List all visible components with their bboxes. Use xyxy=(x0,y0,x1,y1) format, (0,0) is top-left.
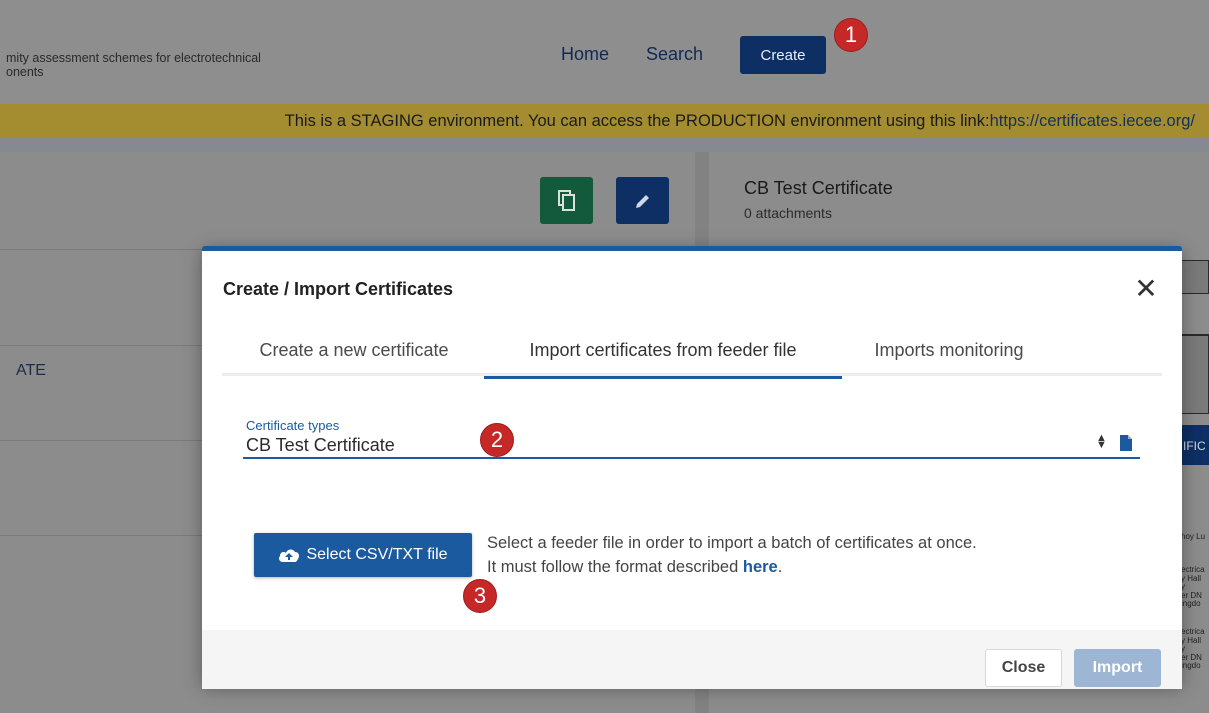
close-button[interactable]: Close xyxy=(985,649,1062,687)
copy-icon xyxy=(557,189,575,211)
document-preview-frame xyxy=(1181,334,1209,414)
document-preview-text: ectrica y Hall y er DN ingdo xyxy=(1181,628,1205,670)
document-icon[interactable] xyxy=(1119,434,1133,452)
sort-arrows-icon: ▲ ▼ xyxy=(1096,432,1107,451)
help-line-2: It must follow the format described here… xyxy=(487,558,783,576)
dialog-footer: Close Import xyxy=(202,630,1182,689)
nav-search-link[interactable]: Search xyxy=(646,44,703,65)
help-line-1: Select a feeder file in order to import … xyxy=(487,534,977,552)
edit-icon xyxy=(635,194,649,208)
certificate-types-value: CB Test Certificate xyxy=(246,435,395,455)
import-button[interactable]: Import xyxy=(1074,649,1161,687)
select-csv-file-button[interactable]: Select CSV/TXT file xyxy=(254,533,472,577)
brand-line-1: mity assessment schemes for electrotechn… xyxy=(6,51,261,65)
close-icon[interactable]: ✕ xyxy=(1132,275,1160,303)
cloud-upload-icon xyxy=(279,549,300,562)
top-navigation-bar: mity assessment schemes for electrotechn… xyxy=(0,0,1209,104)
banner-separator xyxy=(0,138,1209,152)
document-preview-toolbar xyxy=(1181,260,1209,294)
annotation-badge-2: 2 xyxy=(480,423,514,457)
certificate-types-select[interactable]: Certificate types CB Test Certificate ▲ ▼ xyxy=(243,413,1140,459)
site-brand-text: mity assessment schemes for electrotechn… xyxy=(6,51,261,79)
attachments-panel-title: CB Test Certificate xyxy=(744,178,893,198)
dialog-title: Create / Import Certificates xyxy=(223,279,454,299)
annotation-badge-3: 3 xyxy=(463,579,497,613)
select-csv-file-label: Select CSV/TXT file xyxy=(306,546,448,563)
attachments-count: 0 attachments xyxy=(744,205,832,221)
tab-create-certificate[interactable]: Create a new certificate xyxy=(224,328,484,376)
edit-button[interactable] xyxy=(616,177,669,224)
nav-home-link[interactable]: Home xyxy=(561,44,609,65)
certificate-types-label: Certificate types xyxy=(246,418,340,433)
nav-create-button[interactable]: Create xyxy=(740,36,826,74)
production-link[interactable]: https://certificates.iecee.org/ xyxy=(990,112,1195,131)
annotation-badge-1: 1 xyxy=(834,18,868,52)
staging-banner: This is a STAGING environment. You can a… xyxy=(0,104,1209,138)
feeder-file-help-text: Select a feeder file in order to import … xyxy=(487,531,977,579)
staging-banner-text: This is a STAGING environment. You can a… xyxy=(284,111,990,130)
copy-button[interactable] xyxy=(540,177,593,224)
document-preview-text: ectrica y Hall y er DN ingdo xyxy=(1181,566,1205,608)
document-preview-text: hoy Lu xyxy=(1181,533,1206,541)
tab-import-feeder-file[interactable]: Import certificates from feeder file xyxy=(484,328,842,379)
format-help-link[interactable]: here xyxy=(743,558,778,576)
tab-imports-monitoring[interactable]: Imports monitoring xyxy=(842,328,1056,376)
brand-line-2: onents xyxy=(6,65,44,79)
dialog-tabs: Create a new certificate Import certific… xyxy=(222,328,1162,379)
background-row-text: ATE xyxy=(16,362,46,379)
create-import-dialog: Create / Import Certificates ✕ Create a … xyxy=(202,246,1182,689)
document-preview-heading: IFIC xyxy=(1181,425,1209,465)
